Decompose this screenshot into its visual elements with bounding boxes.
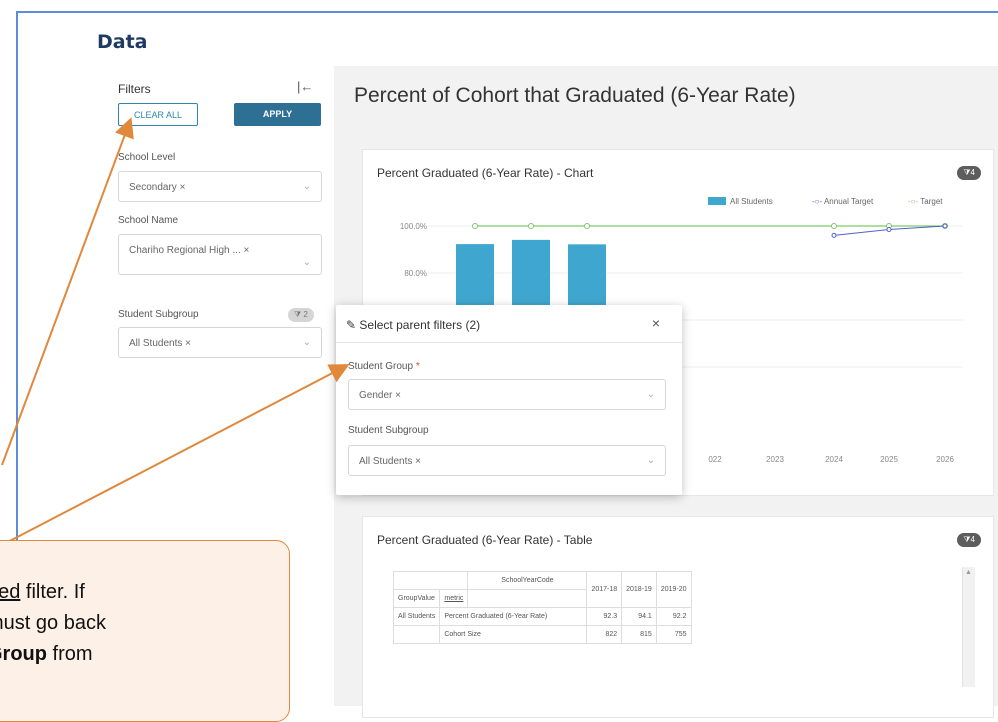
callout-line: ired filter. If bbox=[0, 577, 106, 608]
arrow-to-student-group bbox=[1, 364, 350, 546]
callout-line: Group from bbox=[0, 639, 106, 670]
callout-line: must go back bbox=[0, 612, 106, 634]
annotation-callout: ired filter. If must go back Group from bbox=[0, 540, 290, 722]
arrow-to-clear-all bbox=[1, 117, 134, 466]
callout-bold-text: Group bbox=[0, 643, 47, 665]
callout-text-part: from bbox=[47, 643, 93, 665]
callout-text: ired filter. If must go back Group from bbox=[0, 577, 106, 670]
callout-underlined-text: ired bbox=[0, 581, 21, 603]
callout-text-part: filter. If bbox=[20, 581, 85, 603]
